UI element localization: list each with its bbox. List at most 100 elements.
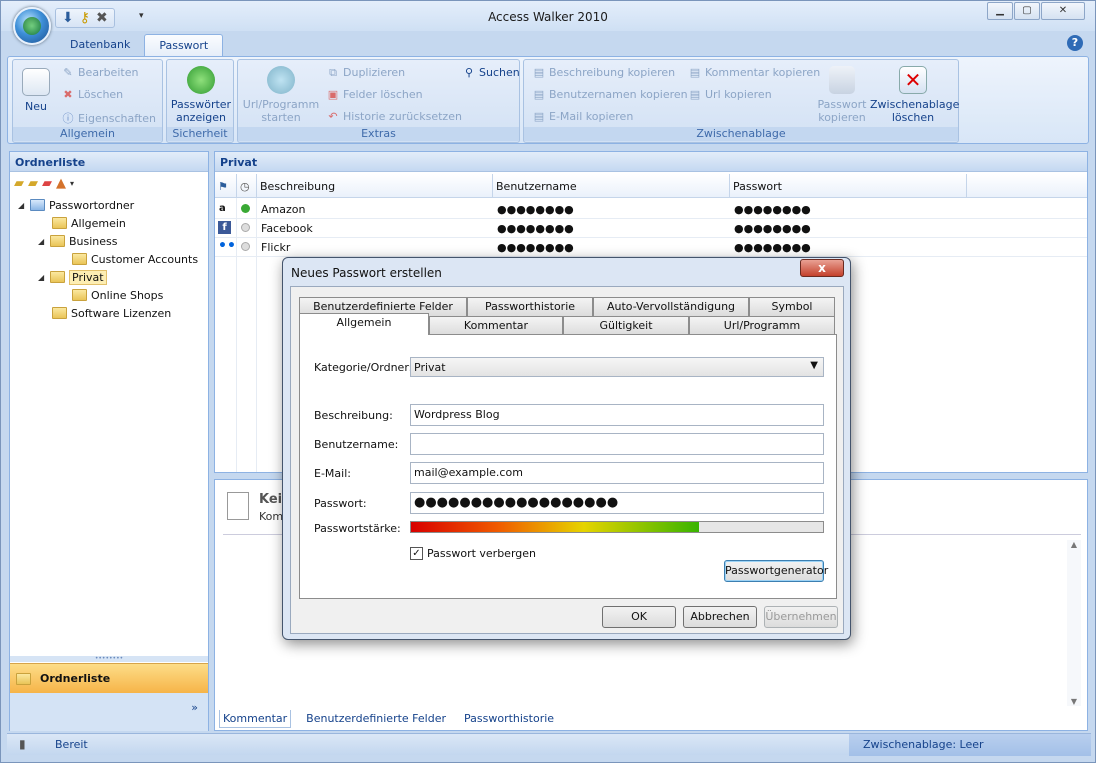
passwort-kopieren-button[interactable]: Passwort kopieren (814, 66, 870, 124)
tree-node-software-lizenzen[interactable]: Software Lizenzen (52, 304, 171, 322)
splitter-grip[interactable]: •••••••• (10, 656, 208, 662)
historie-zuruecksetzen-button[interactable]: ↶ Historie zurücksetzen (326, 110, 462, 123)
key-icon[interactable]: ⚷ (80, 10, 90, 26)
passwort-verbergen-checkbox[interactable]: ✓ Passwort verbergen (410, 547, 536, 560)
email-kopieren-button[interactable]: ▤ E-Mail kopieren (532, 110, 634, 123)
help-icon[interactable]: ? (1067, 35, 1083, 51)
table-row[interactable]: •• Flickr ●●●●●●●● ●●●●●●●● (215, 238, 1087, 257)
tab-allgemein[interactable]: Allgemein (299, 313, 429, 335)
download-icon[interactable]: ⬇ (62, 10, 74, 26)
abbrechen-button[interactable]: Abbrechen (683, 606, 757, 628)
new-user-icon (22, 68, 50, 96)
beschreibung-input[interactable]: Wordpress Blog (410, 404, 824, 426)
benutzername-input[interactable] (410, 433, 824, 455)
tab-datenbank[interactable]: Datenbank (56, 34, 144, 56)
url-kopieren-button[interactable]: ▤ Url kopieren (688, 88, 772, 101)
tab-passwort[interactable]: Passwort (144, 34, 224, 56)
scroll-down-icon[interactable]: ▼ (1067, 697, 1081, 706)
collapse-icon[interactable]: ◢ (18, 201, 28, 210)
folder-properties-icon[interactable]: ▲ (56, 176, 66, 191)
passwoerter-anzeigen-button[interactable]: Passwörter anzeigen (169, 66, 233, 124)
kategorie-select[interactable]: Privat ▼ (410, 357, 824, 377)
eigenschaften-button[interactable]: ⓘ Eigenschaften (61, 110, 156, 126)
entries-panel-title: Privat (215, 152, 1087, 172)
column-beschreibung[interactable]: Beschreibung (257, 174, 493, 198)
flag-column-icon[interactable]: ⚑ (215, 174, 237, 198)
ok-button[interactable]: OK (602, 606, 676, 628)
zwischenablage-loeschen-button[interactable]: ✕ Zwischenablage löschen (870, 66, 959, 124)
scroll-up-icon[interactable]: ▲ (1067, 540, 1081, 549)
tree-node-privat[interactable]: ◢ Privat (38, 268, 107, 286)
passwort-label: Passwort: (314, 497, 367, 510)
column-benutzername[interactable]: Benutzername (493, 174, 730, 198)
suchen-button[interactable]: ⚲ Suchen (462, 66, 520, 79)
passwort-kopieren-label: Passwort kopieren (817, 98, 867, 124)
tree-node-online-shops[interactable]: Online Shops (72, 286, 163, 304)
loeschen-button[interactable]: ✖ Löschen (61, 88, 123, 101)
status-column-icon[interactable]: ◷ (237, 174, 257, 198)
table-row[interactable]: a Amazon ●●●●●●●● ●●●●●●●● (215, 200, 1087, 219)
close-window-button[interactable]: ✕ (1041, 2, 1085, 20)
collapse-icon[interactable]: ◢ (38, 273, 48, 282)
nav-button-ordnerliste[interactable]: Ordnerliste (10, 663, 208, 693)
maximize-button[interactable]: ▢ (1014, 2, 1040, 20)
root-folder-icon (30, 199, 45, 211)
passwort-input[interactable]: ●●●●●●●●●●●●●●●●●● (410, 492, 824, 514)
passwortgenerator-button[interactable]: Passwortgenerator (724, 560, 828, 582)
benutzernamen-kopieren-button[interactable]: ▤ Benutzernamen kopieren (532, 88, 688, 101)
tab-kommentar[interactable]: Kommentar (219, 710, 292, 728)
group-caption-extras: Extras (238, 127, 519, 141)
minimize-button[interactable]: ▁ (987, 2, 1013, 20)
status-bar: ▮ Bereit Zwischenablage: Leer (7, 733, 1091, 756)
historie-label: Historie zurücksetzen (343, 110, 462, 123)
vertical-scrollbar[interactable]: ▲ ▼ (1067, 540, 1081, 706)
document-icon (227, 492, 249, 520)
suchen-label: Suchen (479, 66, 520, 79)
tree-label: Customer Accounts (91, 252, 199, 266)
tab-passworthistorie[interactable]: Passworthistorie (467, 297, 593, 316)
configure-buttons-icon[interactable]: » (191, 701, 198, 714)
url-kopieren-label: Url kopieren (705, 88, 772, 101)
delete-x-icon[interactable]: ✖ (96, 10, 108, 26)
facebook-icon: f (218, 221, 231, 234)
url-programm-starten-button[interactable]: Url/Programm starten (242, 66, 320, 124)
tab-passworthistorie[interactable]: Passworthistorie (461, 710, 557, 728)
status-text: Bereit (55, 738, 88, 751)
application-orb-button[interactable] (13, 7, 51, 45)
amazon-icon: a (219, 203, 226, 214)
tree-node-customer-accounts[interactable]: Customer Accounts (72, 250, 198, 268)
duplizieren-button[interactable]: ⧉ Duplizieren (326, 66, 405, 80)
qat-customize-icon[interactable]: ▾ (139, 11, 144, 21)
tab-kommentar[interactable]: Kommentar (429, 316, 563, 335)
tree-node-allgemein[interactable]: Allgemein (52, 214, 126, 232)
felder-loeschen-button[interactable]: ▣ Felder löschen (326, 88, 423, 101)
beschreibung-kopieren-button[interactable]: ▤ Beschreibung kopieren (532, 66, 675, 79)
tab-gueltigkeit[interactable]: Gültigkeit (563, 316, 689, 335)
quick-access-toolbar: ⬇ ⚷ ✖ (55, 8, 115, 28)
tree-node-business[interactable]: ◢ Business (38, 232, 118, 250)
delete-folder-icon[interactable]: ▰ (42, 176, 52, 191)
ribbon-tabs: Datenbank Passwort (56, 34, 224, 56)
new-folder-icon[interactable]: ▰ (14, 176, 24, 191)
column-passwort[interactable]: Passwort (730, 174, 967, 198)
dialog-close-button[interactable]: x (800, 259, 844, 277)
kommentar-kopieren-button[interactable]: ▤ Kommentar kopieren (688, 66, 820, 79)
tab-auto-vervollstaendigung[interactable]: Auto-Vervollständigung (593, 297, 749, 316)
new-password-dialog: Neues Passwort erstellen x Benutzerdefin… (282, 257, 851, 640)
email-input[interactable]: mail@example.com (410, 462, 824, 484)
tab-url-programm[interactable]: Url/Programm (689, 316, 835, 335)
collapse-icon[interactable]: ◢ (38, 237, 48, 246)
tree-label: Online Shops (91, 288, 164, 302)
detail-tabs: Kommentar Benutzerdefinierte Felder Pass… (219, 710, 557, 728)
table-row[interactable]: f Facebook ●●●●●●●● ●●●●●●●● (215, 219, 1087, 238)
bearbeiten-button[interactable]: ✎ Bearbeiten (61, 66, 138, 79)
uebernehmen-button[interactable]: Übernehmen (764, 606, 838, 628)
tab-benutzerdefinierte-felder[interactable]: Benutzerdefinierte Felder (303, 710, 449, 728)
toolbar-dropdown-icon[interactable]: ▾ (70, 179, 74, 188)
edit-folder-icon[interactable]: ▰ (28, 176, 38, 191)
tab-symbol[interactable]: Symbol (749, 297, 835, 316)
tree-label-selected: Privat (69, 269, 107, 285)
tree-node-passwortordner[interactable]: ◢ Passwortordner (18, 196, 134, 214)
neu-button[interactable]: Neu (19, 68, 53, 113)
copy-icon: ▤ (533, 66, 545, 79)
